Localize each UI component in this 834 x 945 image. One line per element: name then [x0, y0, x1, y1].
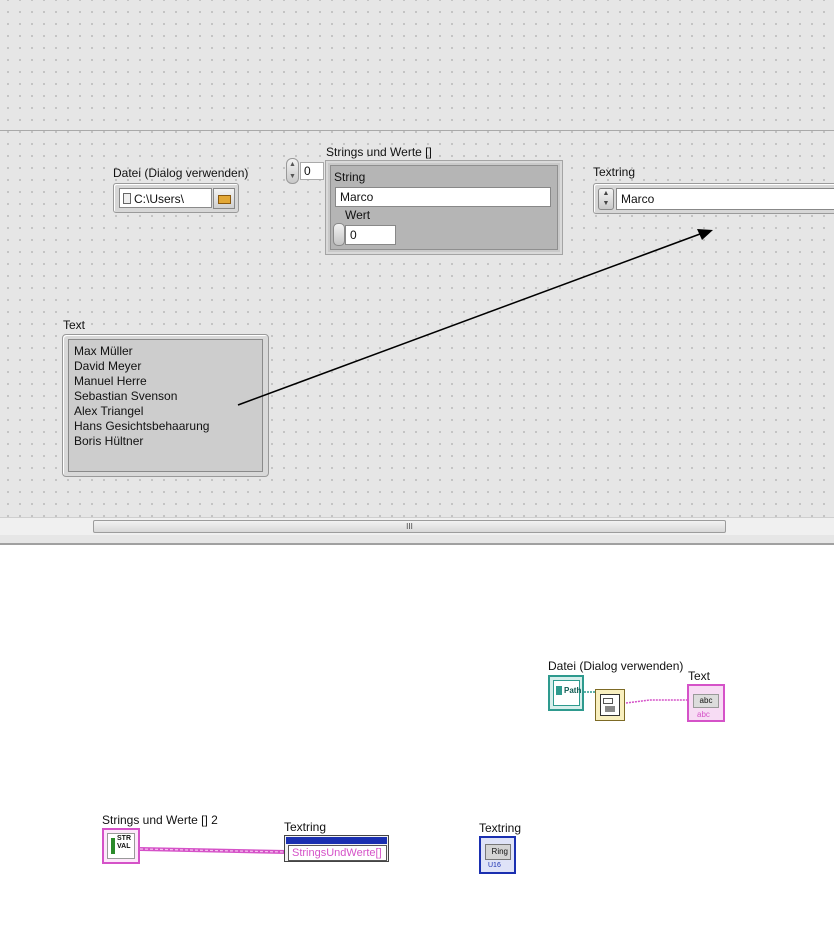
text-glyph-icon — [605, 706, 615, 712]
path-terminal-body: Path — [553, 680, 582, 706]
array-terminal[interactable]: STR VAL — [102, 828, 140, 864]
ring-terminal-label: Textring — [479, 821, 522, 835]
text-terminal-glyph: abc — [693, 694, 719, 708]
property-node-label: Textring — [284, 820, 327, 834]
array-terminal-body: STR VAL — [107, 833, 135, 859]
path-terminal-glyph: Path — [564, 686, 582, 695]
path-glyph-icon — [556, 686, 562, 695]
ring-terminal[interactable]: Ring U16 — [479, 836, 516, 874]
wires — [139, 691, 688, 854]
property-node-item[interactable]: StringsUndWerte[] — [288, 845, 387, 861]
path-terminal-label: Datei (Dialog verwenden) — [548, 659, 684, 673]
property-node-header — [286, 837, 387, 844]
text-terminal-type: abc — [697, 710, 710, 719]
array-terminal-glyph-top: STR — [117, 835, 131, 842]
ring-terminal-type: U16 — [488, 862, 501, 869]
text-terminal-label: Text — [688, 669, 711, 683]
array-terminal-glyph-bottom: VAL — [117, 843, 131, 850]
array-terminal-label: Strings und Werte [] 2 — [102, 813, 218, 827]
file-glyph-icon — [603, 698, 613, 704]
cluster-glyph-icon — [111, 838, 115, 854]
text-indicator-terminal[interactable]: abc abc — [687, 684, 725, 722]
path-terminal[interactable]: Path — [548, 675, 584, 711]
property-node[interactable]: StringsUndWerte[] — [284, 835, 389, 862]
function-glyph-icon — [600, 694, 620, 716]
ring-terminal-glyph: Ring — [485, 844, 511, 860]
path-to-string-function-icon[interactable] — [595, 689, 625, 721]
